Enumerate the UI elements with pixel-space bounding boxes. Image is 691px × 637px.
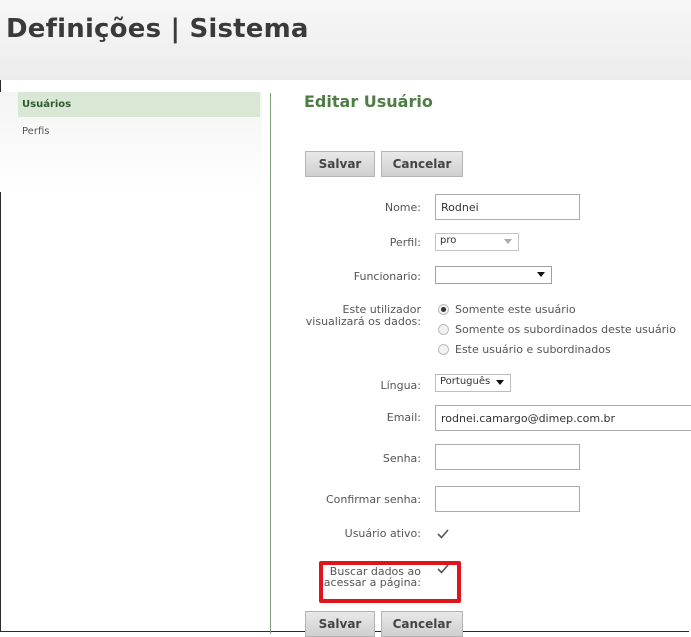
- radio-label: Este usuário e subordinados: [455, 343, 611, 356]
- chevron-down-icon: [496, 380, 504, 385]
- highlight-annotation: [319, 561, 461, 603]
- radio-label: Somente este usuário: [455, 303, 576, 316]
- language-select-value: Português: [440, 376, 491, 387]
- employee-select[interactable]: [435, 266, 552, 284]
- radio-label: Somente os subordinados deste usuário: [455, 323, 676, 336]
- sidebar-item-perfis[interactable]: Perfis: [18, 119, 260, 144]
- radio-button[interactable]: [438, 304, 449, 315]
- chevron-down-icon: [504, 239, 512, 244]
- sidebar: Usuários Perfis: [0, 92, 262, 192]
- data-visibility-label-line2: visualizará os dados:: [305, 315, 421, 328]
- name-input[interactable]: [435, 194, 580, 220]
- language-label: Língua:: [380, 379, 421, 392]
- cancel-button-bottom[interactable]: Cancelar: [381, 611, 463, 637]
- radio-button[interactable]: [438, 344, 449, 355]
- confirm-password-label: Confirmar senha:: [325, 493, 421, 506]
- checkmark-icon: [437, 529, 449, 539]
- active-user-checkbox[interactable]: [436, 527, 450, 541]
- active-user-label: Usuário ativo:: [344, 527, 421, 540]
- page-title: Definições | Sistema: [6, 14, 309, 44]
- profile-label: Perfil:: [389, 236, 421, 249]
- cancel-button-top[interactable]: Cancelar: [381, 151, 463, 177]
- section-title: Editar Usuário: [304, 92, 433, 111]
- password-label: Senha:: [382, 452, 421, 465]
- radio-button[interactable]: [438, 324, 449, 335]
- employee-label: Funcionario:: [353, 270, 421, 283]
- chevron-down-icon: [537, 272, 545, 277]
- language-select[interactable]: Português: [435, 374, 511, 392]
- email-label: Email:: [386, 411, 421, 424]
- confirm-password-input[interactable]: [435, 486, 580, 512]
- save-button-top[interactable]: Salvar: [305, 151, 375, 177]
- vertical-divider: [270, 93, 271, 634]
- data-visibility-label: Este utilizador visualizará os dados:: [281, 304, 421, 328]
- header-bar: Definições | Sistema: [0, 0, 691, 80]
- email-input[interactable]: [435, 405, 691, 431]
- profile-select[interactable]: pro: [435, 233, 519, 251]
- sidebar-item-usuarios[interactable]: Usuários: [18, 92, 260, 117]
- save-button-bottom[interactable]: Salvar: [305, 611, 375, 637]
- profile-select-value: pro: [440, 235, 457, 246]
- name-label: Nome:: [384, 201, 421, 214]
- password-input[interactable]: [435, 444, 580, 470]
